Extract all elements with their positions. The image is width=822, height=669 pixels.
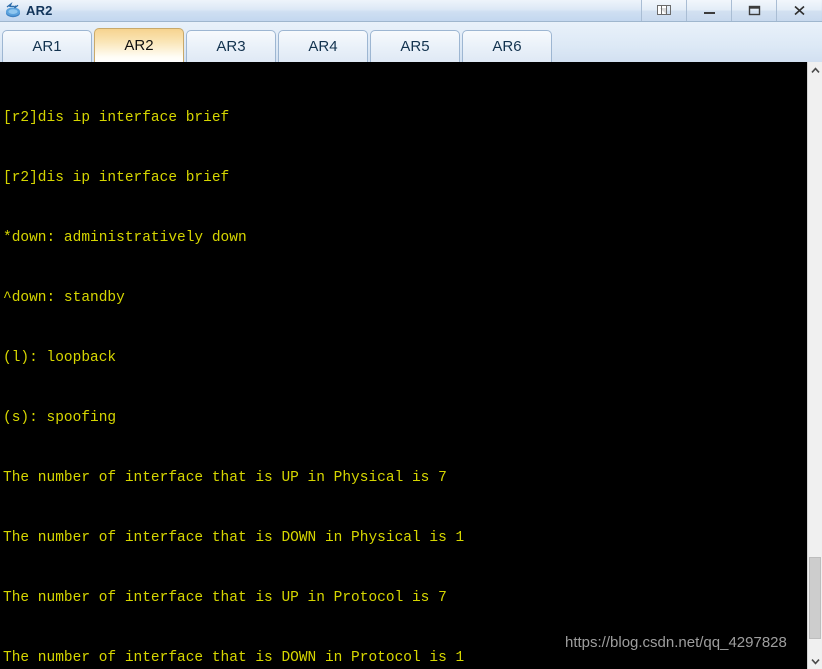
tab-label: AR1 [32, 38, 62, 55]
close-button[interactable] [776, 0, 821, 21]
tab-label: AR2 [124, 37, 154, 54]
terminal-line: [r2]dis ip interface brief [3, 170, 230, 186]
title-bar: AR2 [0, 0, 822, 22]
scrollbar-thumb[interactable] [809, 557, 821, 639]
tab-ar1[interactable]: AR1 [2, 30, 92, 62]
window-controls [641, 0, 821, 21]
terminal-text: [r2]dis ip interface brief [r2]dis ip in… [0, 62, 807, 669]
tab-ar6[interactable]: AR6 [462, 30, 552, 62]
chevron-down-icon [810, 658, 820, 665]
restore-icon [656, 5, 671, 15]
tab-ar2[interactable]: AR2 [94, 28, 184, 62]
minimize-button[interactable] [686, 0, 731, 21]
terminal-line: (s): spoofing [3, 410, 117, 426]
tab-ar3[interactable]: AR3 [186, 30, 276, 62]
tab-ar5[interactable]: AR5 [370, 30, 460, 62]
terminal-line: The number of interface that is DOWN in … [3, 530, 465, 546]
terminal-line: The number of interface that is UP in Pr… [3, 590, 447, 606]
vertical-scrollbar[interactable] [807, 62, 822, 669]
terminal-line-clipped: [r2]dis ip interface brief [3, 110, 230, 126]
tab-label: AR3 [216, 38, 246, 55]
restore-button[interactable] [641, 0, 686, 21]
router-cli-window: AR2 AR1 AR2 AR3 AR4 AR5 AR6 [r2]dis ip i… [0, 0, 822, 669]
tab-label: AR5 [400, 38, 430, 55]
close-icon [793, 5, 805, 16]
tab-label: AR6 [492, 38, 522, 55]
terminal-line: ^down: standby [3, 290, 125, 306]
terminal-line: The number of interface that is UP in Ph… [3, 470, 447, 486]
minimize-icon [703, 12, 715, 14]
scroll-down-button[interactable] [808, 653, 822, 669]
tab-label: AR4 [308, 38, 338, 55]
scroll-up-button[interactable] [808, 62, 822, 78]
chevron-up-icon [810, 66, 820, 73]
terminal-line: The number of interface that is DOWN in … [3, 650, 465, 666]
terminal-line: (l): loopback [3, 350, 117, 366]
maximize-icon [748, 5, 760, 16]
terminal-line: *down: administratively down [3, 230, 247, 246]
device-tab-strip: AR1 AR2 AR3 AR4 AR5 AR6 [0, 22, 822, 62]
tab-ar4[interactable]: AR4 [278, 30, 368, 62]
window-title: AR2 [26, 3, 53, 18]
router-icon [6, 1, 20, 17]
maximize-button[interactable] [731, 0, 776, 21]
terminal-console[interactable]: [r2]dis ip interface brief [r2]dis ip in… [0, 62, 807, 669]
